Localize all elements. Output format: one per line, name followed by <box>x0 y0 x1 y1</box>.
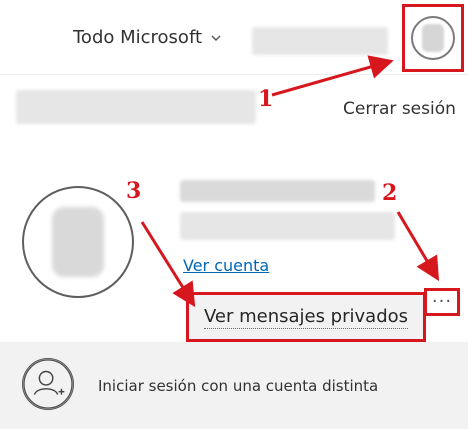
header-bar <box>0 0 468 75</box>
account-avatar-button[interactable] <box>402 4 464 72</box>
redacted-email <box>180 212 395 240</box>
redacted-header-name <box>252 27 388 55</box>
more-options-button[interactable]: ··· <box>424 288 460 316</box>
add-user-icon[interactable] <box>22 358 74 410</box>
annotation-3: 3 <box>126 178 142 204</box>
sign-in-other-account-link[interactable]: Iniciar sesión con una cuenta distinta <box>98 377 378 395</box>
arrow-step2 <box>396 211 440 282</box>
annotation-2: 2 <box>382 180 398 206</box>
avatar-large <box>22 186 134 298</box>
redacted-org-name <box>16 90 256 124</box>
more-icon: ··· <box>431 291 453 312</box>
view-private-messages-label: Ver mensajes privados <box>203 305 409 329</box>
all-microsoft-label: Todo Microsoft <box>73 27 203 48</box>
redacted-display-name <box>180 180 375 202</box>
all-microsoft-menu[interactable]: Todo Microsoft <box>73 27 222 48</box>
annotation-1: 1 <box>258 86 274 112</box>
sign-out-link[interactable]: Cerrar sesión <box>343 99 456 119</box>
view-account-link[interactable]: Ver cuenta <box>183 256 269 275</box>
avatar-small <box>411 16 455 60</box>
chevron-down-icon <box>211 35 221 41</box>
view-private-messages-item[interactable]: Ver mensajes privados <box>186 292 426 342</box>
